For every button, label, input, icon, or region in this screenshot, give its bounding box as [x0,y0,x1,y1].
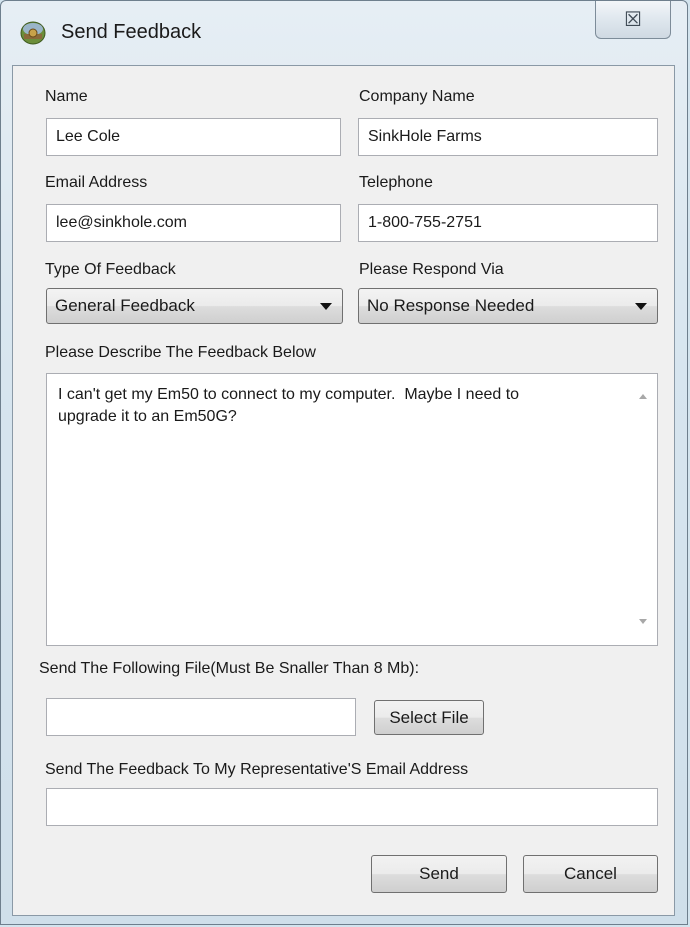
name-label: Name [45,88,88,105]
respond-via-value: No Response Needed [367,296,535,315]
description-label: Please Describe The Feedback Below [45,344,316,361]
rep-email-field[interactable] [46,788,658,826]
file-label: Send The Following File(Must Be Snaller … [39,660,420,677]
feedback-type-value: General Feedback [55,296,195,315]
company-name-label: Company Name [359,88,475,105]
send-feedback-window: Send Feedback ☒ Name Lee Cole Company Na… [0,0,688,925]
company-name-field[interactable]: SinkHole Farms [358,118,658,156]
description-scrollbar[interactable] [629,374,657,644]
send-button[interactable]: Send [371,855,507,893]
respond-via-select[interactable]: No Response Needed [358,288,658,324]
rep-email-label: Send The Feedback To My Representative'S… [45,761,469,778]
window-title: Send Feedback [61,21,202,43]
description-text: I can't get my Em50 to connect to my com… [58,386,524,425]
telephone-field[interactable]: 1-800-755-2751 [358,204,658,242]
description-textarea[interactable]: I can't get my Em50 to connect to my com… [46,373,658,646]
chevron-down-icon [635,303,647,310]
respond-via-label: Please Respond Via [359,261,504,278]
scroll-down-icon[interactable] [639,619,647,624]
close-icon: ☒ [624,7,642,31]
chevron-down-icon [320,303,332,310]
feedback-type-label: Type Of Feedback [45,261,176,278]
close-button[interactable]: ☒ [595,1,671,39]
feedback-app-icon [20,21,46,45]
email-address-label: Email Address [45,174,148,191]
name-field[interactable]: Lee Cole [46,118,341,156]
file-path-field[interactable] [46,698,356,736]
select-file-button[interactable]: Select File [374,700,484,735]
cancel-button[interactable]: Cancel [523,855,658,893]
telephone-label: Telephone [359,174,433,191]
scroll-up-icon[interactable] [639,394,647,399]
email-address-field[interactable]: lee@sinkhole.com [46,204,341,242]
feedback-type-select[interactable]: General Feedback [46,288,343,324]
title-bar[interactable]: Send Feedback ☒ [1,1,687,51]
